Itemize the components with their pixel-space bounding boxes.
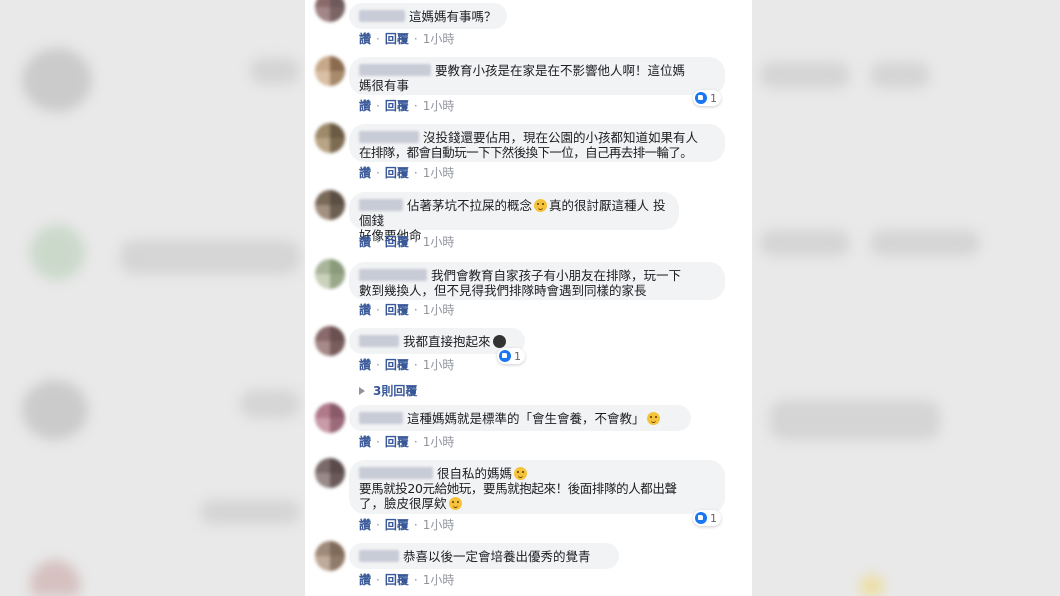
reaction-count[interactable]: 1 [693,510,721,526]
like-link[interactable]: 讚 [359,303,371,317]
author-name-blurred[interactable] [359,10,405,22]
avatar[interactable] [315,458,345,488]
comment-actions: 讚 · 回覆 · 1小時 [359,32,455,46]
view-replies-link[interactable]: 3則回覆 [359,382,417,399]
dark-emoji-icon [492,335,506,348]
comment-bubble: 這種媽媽就是標準的「會生會養，不會教」 [349,405,691,431]
author-name-blurred[interactable] [359,467,433,479]
comment-text: 在排隊，都會自動玩一下下然後換下一位，自己再去排一輪了。 [359,145,693,160]
like-reaction-icon [499,350,511,362]
reaction-count[interactable]: 1 [693,90,721,106]
comment-text: 這媽媽有事嗎？ [409,9,497,24]
comment-text: 我都直接抱起來 [403,334,491,349]
comment-actions: 讚 · 回覆 · 1小時 [359,99,455,113]
comment-text: 媽很有事 [359,78,410,93]
comment-bubble: 佔著茅坑不拉屎的概念 真的很討厭這種人 投個錢 好像要他命 [349,192,679,243]
author-name-blurred[interactable] [359,199,403,211]
like-link[interactable]: 讚 [359,518,371,532]
comment-text: 沒投錢還要佔用，現在公園的小孩都知道如果有人 [423,130,699,145]
smirk-emoji-icon [646,412,660,425]
timestamp[interactable]: 1小時 [423,303,455,317]
comment-text: 佔著茅坑不拉屎的概念 [407,198,533,213]
avatar[interactable] [315,403,345,433]
like-link[interactable]: 讚 [359,166,371,180]
comments-panel: 這媽媽有事嗎？ 讚 · 回覆 · 1小時 要教育小孩是在家是在不影響他人啊！這位媽 媽很… [305,0,752,596]
reply-link[interactable]: 回覆 [385,518,409,532]
like-link[interactable]: 讚 [359,358,371,372]
comment-actions: 讚 · 回覆 · 1小時 [359,235,455,249]
comment-text: 很自私的媽媽 [437,466,513,481]
timestamp[interactable]: 1小時 [423,518,455,532]
avatar[interactable] [315,326,345,356]
like-reaction-icon [695,92,707,104]
like-reaction-icon [695,512,707,524]
reply-link[interactable]: 回覆 [385,99,409,113]
comment-actions: 讚 · 回覆 · 1小時 [359,166,455,180]
reply-arrow-icon [359,387,365,395]
comment-text: 數到幾換人，但不見得我們排隊時會遇到同樣的家長 [359,283,647,298]
reply-link[interactable]: 回覆 [385,303,409,317]
reply-link[interactable]: 回覆 [385,573,409,587]
comment-bubble: 我們會教育自家孩子有小朋友在排隊，玩一下 數到幾換人，但不見得我們排隊時會遇到同… [349,262,725,300]
comment-actions: 讚 · 回覆 · 1小時 [359,303,455,317]
timestamp[interactable]: 1小時 [423,99,455,113]
timestamp[interactable]: 1小時 [423,32,455,46]
author-name-blurred[interactable] [359,550,399,562]
author-name-blurred[interactable] [359,64,431,76]
reply-link[interactable]: 回覆 [385,235,409,249]
timestamp[interactable]: 1小時 [423,573,455,587]
comment-actions: 讚 · 回覆 · 1小時 [359,358,455,372]
author-name-blurred[interactable] [359,335,399,347]
timestamp[interactable]: 1小時 [423,166,455,180]
comment-text: 恭喜以後一定會培養出優秀的覺青 [403,549,591,564]
timestamp[interactable]: 1小時 [423,358,455,372]
unamused-emoji-icon [514,467,528,480]
unamused-emoji-icon [534,199,548,212]
reaction-count[interactable]: 1 [497,348,525,364]
like-link[interactable]: 讚 [359,435,371,449]
comment-actions: 讚 · 回覆 · 1小時 [359,573,455,587]
comment-text: 了，臉皮很厚欸 [359,496,447,511]
like-link[interactable]: 讚 [359,99,371,113]
comment-bubble: 很自私的媽媽 要馬就投20元給她玩，要馬就抱起來！後面排隊的人都出聲 了，臉皮很… [349,460,725,514]
comment-text: 這種媽媽就是標準的「會生會養，不會教」 [407,411,645,426]
comment-text: 要教育小孩是在家是在不影響他人啊！這位媽 [435,63,686,78]
comment-bubble: 恭喜以後一定會培養出優秀的覺青 [349,543,619,569]
comment-bubble: 沒投錢還要佔用，現在公園的小孩都知道如果有人 在排隊，都會自動玩一下下然後換下一… [349,124,725,162]
avatar[interactable] [315,56,345,86]
author-name-blurred[interactable] [359,131,419,143]
avatar[interactable] [315,0,345,22]
like-link[interactable]: 讚 [359,573,371,587]
timestamp[interactable]: 1小時 [423,235,455,249]
reply-link[interactable]: 回覆 [385,358,409,372]
reply-link[interactable]: 回覆 [385,166,409,180]
avatar[interactable] [315,259,345,289]
comment-text: 我們會教育自家孩子有小朋友在排隊，玩一下 [431,268,682,283]
author-name-blurred[interactable] [359,412,403,424]
timestamp[interactable]: 1小時 [423,435,455,449]
comment-text: 要馬就投20元給她玩，要馬就抱起來！後面排隊的人都出聲 [359,481,677,496]
reply-link[interactable]: 回覆 [385,435,409,449]
frown-emoji-icon [448,497,462,510]
reply-link[interactable]: 回覆 [385,32,409,46]
avatar[interactable] [315,123,345,153]
avatar[interactable] [315,190,345,220]
avatar[interactable] [315,541,345,571]
comment-bubble: 這媽媽有事嗎？ [349,3,507,29]
like-link[interactable]: 讚 [359,32,371,46]
author-name-blurred[interactable] [359,269,427,281]
comment-actions: 讚 · 回覆 · 1小時 [359,435,455,449]
comment-bubble: 要教育小孩是在家是在不影響他人啊！這位媽 媽很有事 [349,57,725,95]
comment-actions: 讚 · 回覆 · 1小時 [359,518,455,532]
like-link[interactable]: 讚 [359,235,371,249]
